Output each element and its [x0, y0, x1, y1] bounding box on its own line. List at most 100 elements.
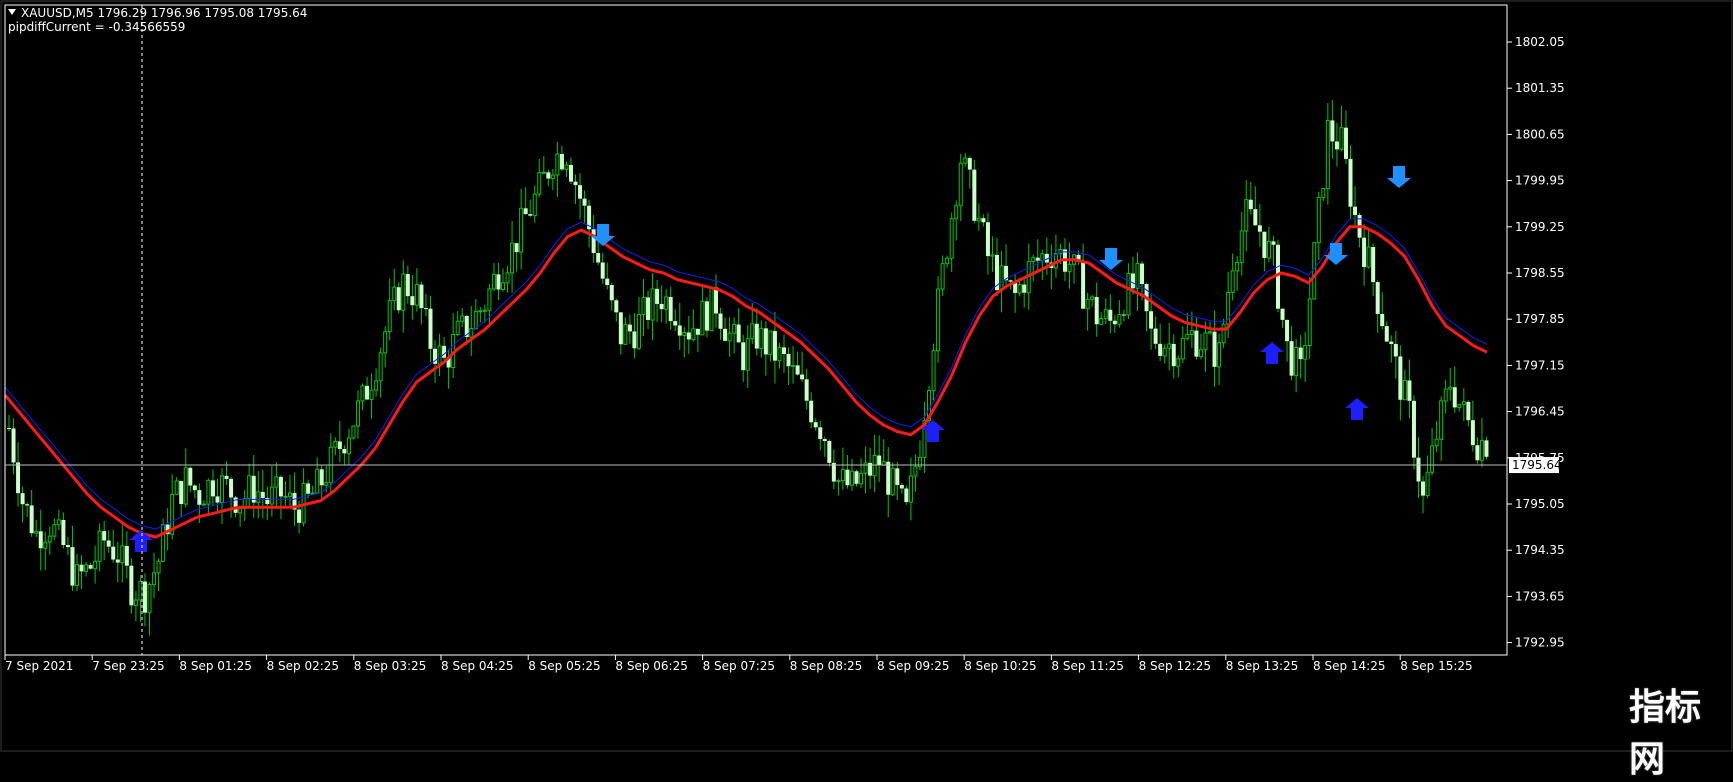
- x-tick-label: 8 Sep 07:25: [703, 659, 775, 673]
- candle-body-up: [641, 296, 646, 316]
- candle-body-up: [519, 207, 524, 253]
- candle-body-up: [550, 174, 555, 180]
- candle-body-up: [374, 380, 379, 391]
- candle-body-down: [741, 342, 746, 371]
- candle-body-down: [627, 324, 632, 332]
- candle-body-down: [1452, 387, 1457, 408]
- candle-body-down: [813, 422, 818, 428]
- x-tick-label: 8 Sep 01:25: [179, 659, 251, 673]
- candle-body-up: [532, 193, 537, 217]
- candle-body-up: [401, 273, 406, 311]
- candle-body-up: [460, 315, 465, 322]
- candle-body-down: [568, 165, 573, 182]
- candle-body-up: [156, 560, 161, 574]
- candle-body-down: [827, 441, 832, 463]
- candle-body-up: [238, 507, 243, 514]
- candle-body-down: [1212, 331, 1217, 367]
- candle-body-up: [437, 345, 442, 365]
- candle-body-up: [274, 476, 279, 488]
- candle-body-up: [1294, 347, 1299, 377]
- candle-body-up: [1117, 314, 1122, 325]
- candle-body-down: [659, 303, 664, 310]
- candle-body-up: [387, 300, 392, 333]
- y-tick-label: 1799.95: [1515, 174, 1565, 188]
- candle-body-down: [655, 288, 660, 304]
- x-tick-label: 8 Sep 12:25: [1139, 659, 1211, 673]
- candle-body-down: [686, 332, 691, 340]
- indicator-value: pipdiffCurrent = -0.34566559: [8, 20, 186, 34]
- candle-body-down: [704, 301, 709, 331]
- candle-body-down: [396, 287, 401, 311]
- candle-body-up: [283, 495, 288, 498]
- candle-body-down: [795, 365, 800, 375]
- candle-body-down: [736, 324, 741, 343]
- buy-arrow-icon: [129, 530, 153, 552]
- candle-body-up: [1457, 404, 1462, 408]
- candle-body-down: [337, 441, 342, 449]
- candle-body-down: [428, 308, 433, 349]
- candle-body-up: [133, 599, 138, 606]
- candle-body-up: [1040, 253, 1045, 262]
- candle-body-down: [818, 427, 823, 440]
- price-chart[interactable]: 1802.05 1801.35 1800.65 1799.95 1799.25 1798.…: [0, 0, 1733, 752]
- candle-body-up: [859, 472, 864, 485]
- candle-body-down: [573, 181, 578, 186]
- candle-body-up: [664, 296, 669, 310]
- candle-body-up: [1103, 309, 1108, 320]
- candle-body-up: [908, 475, 913, 503]
- candle-body-up: [650, 288, 655, 321]
- candle-body-down: [1353, 206, 1358, 215]
- candle-body-up: [1312, 242, 1317, 300]
- chart-info: XAUUSD,M5 1796.29 1796.96 1795.08 1795.6…: [8, 6, 307, 34]
- candle-body-down: [496, 274, 501, 290]
- candle-body-down: [442, 345, 447, 358]
- candle-body-down: [342, 448, 347, 454]
- candle-body-up: [478, 310, 483, 313]
- candle-body-down: [419, 284, 424, 309]
- candle-body-up: [963, 157, 968, 164]
- sell-arrow-icon: [1324, 243, 1348, 265]
- candle-body-down: [1158, 343, 1163, 356]
- candle-body-down: [179, 481, 184, 505]
- candle-body-down: [1411, 400, 1416, 458]
- candle-body-up: [890, 467, 895, 496]
- candle-body-down: [1484, 440, 1489, 457]
- candle-body-down: [723, 328, 728, 341]
- y-tick-label: 1801.35: [1515, 81, 1565, 95]
- symbol-ohlc: XAUUSD,M5 1796.29 1796.96 1795.08 1795.6…: [21, 6, 308, 20]
- candle-body-down: [1081, 261, 1086, 309]
- x-tick-label: 8 Sep 05:25: [528, 659, 600, 673]
- candle-body-down: [229, 478, 234, 498]
- candle-body-up: [315, 468, 320, 494]
- candle-body-down: [618, 312, 623, 345]
- candle-body-down: [38, 531, 43, 549]
- candle-body-down: [596, 252, 601, 263]
- candle-body-down: [188, 467, 193, 486]
- candle-body-down: [582, 198, 587, 206]
- candle-body-down: [319, 469, 324, 486]
- candle-body-down: [1371, 247, 1376, 283]
- candle-body-down: [600, 262, 605, 279]
- x-tick-label: 7 Sep 2021: [5, 659, 73, 673]
- collapse-triangle-icon[interactable]: [8, 9, 16, 15]
- candle-body-up: [709, 286, 714, 332]
- candle-body-down: [981, 218, 986, 223]
- candle-body-up: [487, 288, 492, 311]
- x-tick-label: 8 Sep 04:25: [441, 659, 513, 673]
- candle-body-down: [877, 455, 882, 466]
- candle-body-down: [79, 564, 84, 572]
- x-tick-label: 8 Sep 11:25: [1051, 659, 1123, 673]
- y-tick-label: 1795.05: [1515, 497, 1565, 511]
- candle-body-up: [1366, 246, 1371, 268]
- x-tick-label: 8 Sep 13:25: [1226, 659, 1298, 673]
- candle-body-down: [886, 461, 891, 495]
- x-tick-label: 8 Sep 08:25: [790, 659, 862, 673]
- candle-body-up: [727, 332, 732, 342]
- candle-body-down: [831, 462, 836, 482]
- candle-body-down: [1398, 356, 1403, 400]
- candle-body-down: [1393, 344, 1398, 357]
- candle-body-up: [360, 385, 365, 402]
- candle-body-down: [904, 488, 909, 503]
- candle-body-up: [161, 524, 166, 562]
- y-tick-label: 1800.65: [1515, 127, 1565, 141]
